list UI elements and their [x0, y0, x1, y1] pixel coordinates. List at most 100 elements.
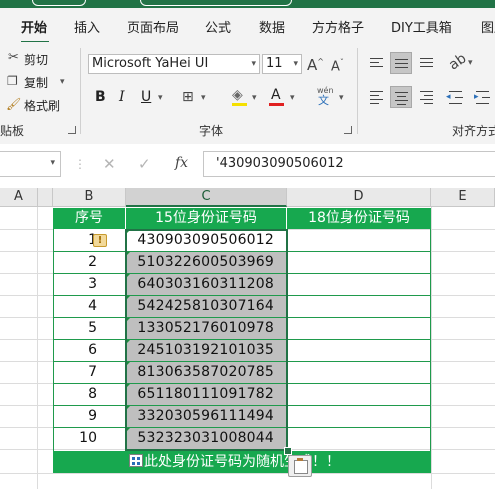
underline-dropdown-icon[interactable]: ▾ [158, 93, 163, 103]
tab-formulas[interactable]: 公式 [205, 17, 231, 36]
border-dropdown-icon[interactable]: ▾ [201, 93, 206, 103]
paste-options-icon[interactable] [288, 455, 312, 477]
footer-note[interactable]: 此处身份证号码为随机生成！！ [53, 451, 431, 473]
id15-cell[interactable]: 640303160311208 [126, 273, 287, 295]
column-header-b[interactable]: B [53, 188, 126, 207]
id15-value: 542425810307164 [137, 298, 274, 314]
header-cell-id15[interactable]: 15位身份证号码 [126, 208, 287, 229]
tab-page-layout[interactable]: 页面布局 [127, 17, 179, 36]
insert-function-icon[interactable]: fx [175, 155, 188, 171]
font-size-value: 11 [266, 56, 283, 71]
fill-color-icon[interactable]: ◈ [232, 88, 243, 102]
phonetic-wen-icon: 文 [318, 94, 329, 107]
id15-cell[interactable]: 133052176010978 [126, 317, 287, 339]
align-middle-icon[interactable] [390, 52, 412, 74]
column-header-a[interactable]: A [0, 188, 38, 207]
id15-cell[interactable]: 542425810307164 [126, 295, 287, 317]
clipboard-launcher-icon[interactable] [68, 126, 76, 134]
tab-data[interactable]: 数据 [259, 17, 285, 36]
seq-cell[interactable]: 4 [53, 295, 126, 317]
id15-cell[interactable]: 510322600503969 [126, 251, 287, 273]
chevron-down-icon: ▾ [251, 59, 256, 69]
tab-insert[interactable]: 插入 [74, 17, 100, 36]
chevron-down-icon: ▾ [293, 59, 298, 69]
seq-cell[interactable]: 1 [53, 229, 126, 251]
id15-cell[interactable]: 651180111091782 [126, 383, 287, 405]
font-launcher-icon[interactable] [344, 126, 352, 134]
id15-cell[interactable]: 813063587020785 [126, 361, 287, 383]
group-divider [357, 48, 358, 134]
title-bar-control[interactable] [32, 0, 86, 6]
name-box[interactable]: ▾ [0, 151, 61, 177]
quick-analysis-icon[interactable] [129, 454, 143, 467]
id15-value: 651180111091782 [137, 386, 274, 402]
column-header-partial[interactable] [38, 188, 53, 207]
id15-cell[interactable]: 332030596111494 [126, 405, 287, 427]
cancel-icon[interactable]: ✕ [103, 155, 116, 173]
table-border [53, 361, 431, 362]
copy-dropdown-icon[interactable]: ▾ [60, 77, 65, 87]
table-border [53, 229, 54, 451]
id15-cell[interactable]: 430903090506012 [126, 229, 287, 251]
formula-input[interactable]: '430903090506012 [203, 151, 495, 177]
title-bar-search[interactable] [140, 0, 292, 6]
seq-cell[interactable]: 5 [53, 317, 126, 339]
orientation-dropdown-icon[interactable]: ▾ [468, 58, 473, 68]
seq-cell[interactable]: 8 [53, 383, 126, 405]
phonetic-dropdown-icon[interactable]: ▾ [339, 93, 344, 103]
error-indicator [126, 229, 131, 234]
id15-value: 510322600503969 [137, 254, 274, 270]
seq-cell[interactable]: 2 [53, 251, 126, 273]
more-options-icon[interactable]: ⋮ [74, 157, 86, 171]
font-group-label: 字体 [199, 124, 224, 138]
clipboard-group-label: 贴板 [0, 124, 25, 138]
table-border [53, 427, 431, 428]
tab-home[interactable]: 开始 [21, 17, 47, 36]
enter-icon[interactable]: ✓ [138, 155, 151, 173]
id15-value: 813063587020785 [137, 364, 274, 380]
font-name-value: Microsoft YaHei UI [92, 56, 209, 71]
tab-fangfang[interactable]: 方方格子 [312, 17, 364, 36]
format-painter-icon: 🖌 [6, 97, 22, 111]
fill-color-dropdown-icon[interactable]: ▾ [252, 93, 257, 103]
seq-cell[interactable]: 6 [53, 339, 126, 361]
table-border [125, 229, 126, 451]
id15-cell[interactable]: 532323031008044 [126, 427, 287, 449]
id15-cell[interactable]: 245103192101035 [126, 339, 287, 361]
underline-icon[interactable]: U [141, 89, 151, 105]
tab-layer[interactable]: 图层 [481, 17, 495, 36]
font-size-select[interactable]: 11 ▾ [262, 54, 302, 74]
format-painter-button[interactable]: 格式刷 [24, 97, 60, 114]
column-header-c[interactable]: C [126, 188, 287, 207]
cut-button[interactable]: 剪切 [24, 51, 48, 68]
seq-cell[interactable]: 3 [53, 273, 126, 295]
increase-font-size-icon[interactable]: A^ [307, 55, 324, 73]
font-name-select[interactable]: Microsoft YaHei UI ▾ [88, 54, 260, 74]
bold-icon[interactable]: B [95, 89, 106, 105]
column-header-d[interactable]: D [287, 188, 431, 207]
seq-cell[interactable]: 7 [53, 361, 126, 383]
tab-diy-toolbox[interactable]: DIY工具箱 [391, 17, 452, 36]
font-color-dropdown-icon[interactable]: ▾ [290, 93, 295, 103]
seq-cell[interactable]: 10 [53, 427, 126, 449]
warning-icon[interactable]: ! [93, 234, 107, 247]
id15-value: 532323031008044 [137, 430, 274, 446]
italic-icon[interactable]: I [119, 89, 125, 105]
font-color-icon[interactable]: A [271, 87, 281, 103]
column-header-e[interactable]: E [431, 188, 495, 207]
ribbon-home-panel: ✂ 剪切 ❐ 复制 ▾ 🖌 格式刷 贴板 Microsoft YaHei UI … [0, 42, 495, 145]
fill-handle[interactable] [284, 447, 292, 455]
chevron-down-icon: ▾ [50, 158, 55, 168]
id15-value: 332030596111494 [137, 408, 274, 424]
text-orientation-icon[interactable]: ab [446, 50, 469, 73]
align-center-icon[interactable] [390, 86, 412, 108]
font-color-swatch [269, 103, 284, 106]
header-cell-id18[interactable]: 18位身份证号码 [287, 208, 431, 229]
border-icon[interactable]: ⊞ [182, 90, 194, 104]
header-cell-seq[interactable]: 序号 [53, 208, 126, 229]
table-border [53, 251, 431, 252]
seq-cell[interactable]: 9 [53, 405, 126, 427]
fill-color-swatch [232, 103, 247, 106]
copy-button[interactable]: 复制 [24, 74, 48, 91]
decrease-font-size-icon[interactable]: Aˇ [331, 56, 344, 74]
